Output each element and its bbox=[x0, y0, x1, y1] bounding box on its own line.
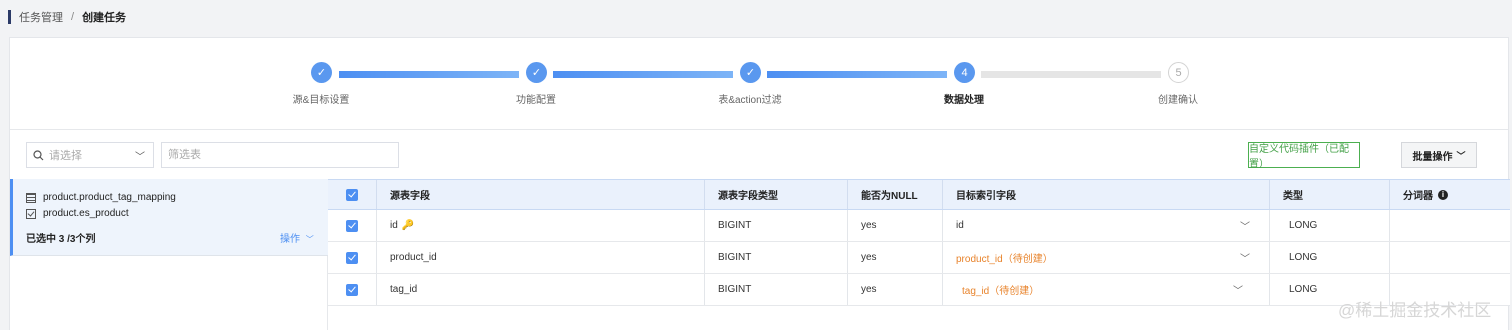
batch-operation-label: 批量操作 bbox=[1412, 151, 1453, 163]
breadcrumb-separator: / bbox=[71, 11, 75, 23]
nullable-cell: yes bbox=[861, 252, 877, 263]
chevron-down-icon: ﹀ bbox=[1240, 254, 1250, 265]
source-type-cell: BIGINT bbox=[718, 220, 752, 231]
index-icon bbox=[26, 208, 36, 219]
step-3-check-icon: ✓ bbox=[740, 62, 761, 83]
source-type-cell: BIGINT bbox=[718, 284, 752, 295]
search-icon bbox=[33, 149, 44, 160]
target-field-select[interactable]: tag_id（待创建） ﹀ bbox=[962, 274, 1249, 305]
step-1-check-icon: ✓ bbox=[311, 62, 332, 83]
source-field-cell: product_id bbox=[390, 252, 437, 263]
target-field-select[interactable]: id ﹀ bbox=[956, 210, 1256, 241]
step-connector-2 bbox=[553, 71, 733, 78]
step-2-label: 功能配置 bbox=[516, 95, 556, 106]
select-all-checkbox[interactable] bbox=[346, 180, 358, 209]
header-source-type: 源表字段类型 bbox=[718, 191, 778, 202]
target-field-select[interactable]: product_id（待创建） ﹀ bbox=[956, 242, 1256, 273]
table-mapping-item[interactable]: product.product_tag_mapping product.es_p… bbox=[10, 179, 328, 256]
table-row: tag_id BIGINT yes tag_id（待创建） ﹀ LONG bbox=[328, 274, 1510, 306]
step-2-check-icon: ✓ bbox=[526, 62, 547, 83]
source-table-name: product.product_tag_mapping bbox=[43, 192, 176, 203]
step-1-label: 源&目标设置 bbox=[292, 95, 350, 106]
target-field-value: tag_id（待创建） bbox=[962, 286, 1040, 297]
checkbox-icon bbox=[346, 283, 358, 296]
header-nullable: 能否为NULL bbox=[861, 191, 918, 202]
chevron-down-icon: ﹀ bbox=[1233, 286, 1243, 297]
watermark: @稀土掘金技术社区 bbox=[1338, 301, 1492, 320]
step-5-number: 5 bbox=[1168, 62, 1189, 83]
checkbox-icon bbox=[346, 251, 358, 264]
row-checkbox[interactable] bbox=[346, 242, 358, 273]
chevron-down-icon: ﹀ bbox=[1456, 150, 1466, 161]
type-cell: LONG bbox=[1289, 252, 1318, 263]
header-target-field: 目标索引字段 bbox=[956, 191, 1016, 202]
table-icon bbox=[26, 192, 36, 203]
target-index-row: product.es_product bbox=[26, 208, 129, 219]
table-row: product_id BIGINT yes product_id（待创建） ﹀ … bbox=[328, 242, 1510, 274]
table-select-dropdown[interactable]: 请选择 ﹀ bbox=[26, 142, 154, 168]
source-field-cell: id 🔑 bbox=[390, 210, 414, 241]
chevron-down-icon: ﹀ bbox=[135, 151, 145, 163]
breadcrumb-accent-bar bbox=[8, 10, 11, 24]
table-header-row: 源表字段 源表字段类型 能否为NULL 目标索引字段 类型 分词器 i bbox=[328, 179, 1510, 210]
target-field-value: product_id（待创建） bbox=[956, 254, 1053, 265]
target-index-name: product.es_product bbox=[43, 208, 129, 219]
selected-columns-summary: 已选中 3 /3个列 bbox=[26, 234, 96, 245]
table-row: id 🔑 BIGINT yes id ﹀ LONG bbox=[328, 210, 1510, 242]
type-cell: LONG bbox=[1289, 284, 1318, 295]
operation-menu[interactable]: 操作 ﹀ bbox=[280, 230, 314, 245]
header-analyzer-label: 分词器 bbox=[1403, 191, 1433, 202]
table-mapping-list: product.product_tag_mapping product.es_p… bbox=[10, 179, 328, 330]
row-checkbox[interactable] bbox=[346, 210, 358, 241]
breadcrumb-current: 创建任务 bbox=[82, 12, 127, 24]
source-field-cell: tag_id bbox=[390, 284, 418, 295]
type-cell: LONG bbox=[1289, 220, 1318, 231]
step-5-label: 创建确认 bbox=[1158, 95, 1198, 106]
header-type: 类型 bbox=[1283, 191, 1303, 202]
checkbox-icon bbox=[346, 188, 358, 201]
batch-operation-button[interactable]: 批量操作 ﹀ bbox=[1401, 142, 1477, 168]
step-connector-4 bbox=[981, 71, 1161, 78]
step-4-number: 4 bbox=[954, 62, 975, 83]
info-icon[interactable]: i bbox=[1438, 189, 1448, 200]
table-select-placeholder: 请选择 bbox=[49, 150, 82, 162]
source-type-cell: BIGINT bbox=[718, 252, 752, 263]
nullable-cell: yes bbox=[861, 220, 877, 231]
custom-code-plugin-button[interactable]: 自定义代码插件（已配置） bbox=[1248, 142, 1360, 170]
row-checkbox[interactable] bbox=[346, 274, 358, 305]
nullable-cell: yes bbox=[861, 284, 877, 295]
step-4-label: 数据处理 bbox=[944, 95, 984, 106]
breadcrumb-parent-link[interactable]: 任务管理 bbox=[19, 9, 63, 25]
source-table-row: product.product_tag_mapping bbox=[26, 192, 176, 203]
chevron-down-icon: ﹀ bbox=[305, 235, 314, 244]
step-connector-3 bbox=[767, 71, 947, 78]
filter-table-input[interactable] bbox=[161, 142, 399, 168]
checkbox-icon bbox=[346, 219, 358, 232]
operation-label: 操作 bbox=[280, 234, 300, 245]
header-analyzer: 分词器 i bbox=[1403, 180, 1448, 209]
breadcrumb: 任务管理 / 创建任务 bbox=[8, 9, 126, 25]
step-connector-1 bbox=[339, 71, 519, 78]
step-progress: ✓ ✓ ✓ 4 5 源&目标设置 功能配置 表&action过滤 数据处理 创建… bbox=[10, 38, 1508, 130]
chevron-down-icon: ﹀ bbox=[1240, 222, 1250, 233]
primary-key-icon: 🔑 bbox=[401, 220, 415, 231]
source-field-name: id bbox=[390, 220, 398, 231]
step-3-label: 表&action过滤 bbox=[718, 95, 782, 106]
target-field-value: id bbox=[956, 220, 964, 231]
header-source-field: 源表字段 bbox=[390, 191, 430, 202]
task-card: ✓ ✓ ✓ 4 5 源&目标设置 功能配置 表&action过滤 数据处理 创建… bbox=[9, 37, 1510, 330]
